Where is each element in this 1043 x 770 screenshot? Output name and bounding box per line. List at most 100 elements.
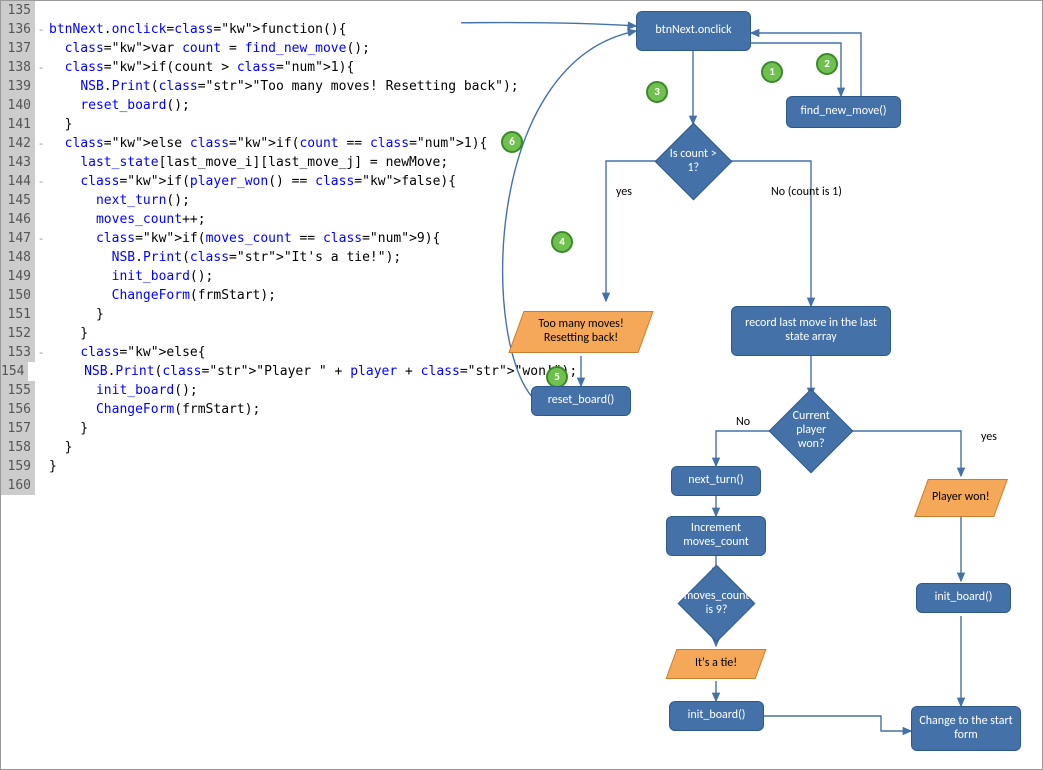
code-text[interactable]: } <box>47 419 88 438</box>
line-number: 154 <box>1 362 28 381</box>
code-line: 139 NSB.Print(class="str">"Too many move… <box>1 77 531 96</box>
line-number: 153 <box>1 343 35 362</box>
node-change-form: Change to the start form <box>911 706 1021 751</box>
line-number: 155 <box>1 381 35 400</box>
code-editor: 135 136-btnNext.onclick=class="kw">funct… <box>1 1 531 495</box>
line-number: 142 <box>1 134 35 153</box>
line-number: 149 <box>1 267 35 286</box>
line-number: 146 <box>1 210 35 229</box>
code-text[interactable]: moves_count++; <box>47 210 206 229</box>
line-number: 145 <box>1 191 35 210</box>
code-text[interactable]: } <box>47 457 57 476</box>
node-find-new-move: find_new_move() <box>786 96 901 128</box>
code-text[interactable]: ChangeForm(frmStart); <box>47 286 276 305</box>
code-line: 159 } <box>1 457 531 476</box>
code-line: 156 ChangeForm(frmStart); <box>1 400 531 419</box>
code-text[interactable]: } <box>47 115 72 134</box>
line-number: 151 <box>1 305 35 324</box>
fold-toggle <box>35 39 47 58</box>
node-moves-9: moves_count is 9? <box>678 565 756 643</box>
code-text[interactable]: reset_board(); <box>47 96 190 115</box>
node-tie: It's a tie! <box>666 649 767 679</box>
line-number: 152 <box>1 324 35 343</box>
code-text[interactable]: class="kw">else class="kw">if(count == c… <box>47 134 487 153</box>
code-line: 160 <box>1 476 531 495</box>
line-number: 143 <box>1 153 35 172</box>
node-start: btnNext.onclick <box>636 11 751 51</box>
fold-toggle[interactable]: - <box>35 134 47 153</box>
line-number: 148 <box>1 248 35 267</box>
line-number: 159 <box>1 457 35 476</box>
line-number: 156 <box>1 400 35 419</box>
code-text[interactable]: } <box>47 305 104 324</box>
code-line: 140 reset_board(); <box>1 96 531 115</box>
code-line: 138- class="kw">if(count > class="num">1… <box>1 58 531 77</box>
badge-6: 6 <box>501 131 523 153</box>
line-number: 158 <box>1 438 35 457</box>
code-line: 158 } <box>1 438 531 457</box>
badge-4: 4 <box>551 231 573 253</box>
fold-toggle <box>35 324 47 343</box>
badge-3: 3 <box>646 81 668 103</box>
code-text[interactable]: class="kw">if(moves_count == class="num"… <box>47 229 440 248</box>
label-yes-2: yes <box>981 431 997 445</box>
fold-toggle[interactable]: - <box>35 172 47 191</box>
code-text[interactable]: btnNext.onclick=class="kw">function(){ <box>47 20 346 39</box>
line-number: 140 <box>1 96 35 115</box>
code-line: 147- class="kw">if(moves_count == class=… <box>1 229 531 248</box>
code-line: 145 next_turn(); <box>1 191 531 210</box>
code-text[interactable]: init_board(); <box>47 267 213 286</box>
line-number: 141 <box>1 115 35 134</box>
code-line: 155 init_board(); <box>1 381 531 400</box>
line-number: 147 <box>1 229 35 248</box>
code-text[interactable]: class="kw">var count = find_new_move(); <box>47 39 370 58</box>
code-line: 146 moves_count++; <box>1 210 531 229</box>
fold-toggle <box>35 286 47 305</box>
code-text[interactable]: } <box>47 438 72 457</box>
code-text[interactable]: init_board(); <box>47 381 198 400</box>
line-number: 160 <box>1 476 35 495</box>
code-text[interactable]: } <box>47 324 88 343</box>
fold-toggle <box>35 96 47 115</box>
line-number: 137 <box>1 39 35 58</box>
fold-toggle <box>35 115 47 134</box>
code-line: 148 NSB.Print(class="str">"It's a tie!")… <box>1 248 531 267</box>
code-text[interactable]: next_turn(); <box>47 191 190 210</box>
fold-toggle <box>35 77 47 96</box>
node-is-count: Is count > 1? <box>655 123 733 201</box>
code-line: 154 NSB.Print(class="str">"Player " + pl… <box>1 362 531 381</box>
code-line: 141 } <box>1 115 531 134</box>
node-reset-board: reset_board() <box>531 386 631 416</box>
code-text[interactable]: NSB.Print(class="str">"It's a tie!"); <box>47 248 401 267</box>
code-text[interactable]: class="kw">if(player_won() == class="kw"… <box>47 172 456 191</box>
code-line: 144- class="kw">if(player_won() == class… <box>1 172 531 191</box>
line-number: 157 <box>1 419 35 438</box>
code-text[interactable]: ChangeForm(frmStart); <box>47 400 260 419</box>
fold-toggle <box>35 419 47 438</box>
label-no-2: No <box>736 416 750 430</box>
fold-toggle <box>35 210 47 229</box>
node-init-board-1: init_board() <box>669 701 764 731</box>
code-line: 150 ChangeForm(frmStart); <box>1 286 531 305</box>
node-player-won: Player won! <box>914 479 1008 517</box>
page: 135 136-btnNext.onclick=class="kw">funct… <box>0 0 1043 770</box>
node-increment: Increment moves_count <box>666 516 766 556</box>
fold-toggle[interactable]: - <box>35 58 47 77</box>
code-text[interactable]: class="kw">else{ <box>47 343 206 362</box>
line-number: 138 <box>1 58 35 77</box>
fold-toggle <box>35 191 47 210</box>
node-player-won-q: Current player won? <box>769 389 854 474</box>
fold-toggle[interactable]: - <box>35 343 47 362</box>
fold-toggle <box>35 267 47 286</box>
code-line: 152 } <box>1 324 531 343</box>
node-next-turn: next_turn() <box>671 466 761 496</box>
line-number: 136 <box>1 20 35 39</box>
code-text[interactable]: NSB.Print(class="str">"Too many moves! R… <box>47 77 519 96</box>
fold-toggle[interactable]: - <box>35 229 47 248</box>
code-line: 151 } <box>1 305 531 324</box>
line-number: 135 <box>1 1 35 20</box>
fold-toggle <box>35 381 47 400</box>
code-text[interactable]: class="kw">if(count > class="num">1){ <box>47 58 354 77</box>
code-text[interactable]: last_state[last_move_i][last_move_j] = n… <box>47 153 448 172</box>
fold-toggle[interactable]: - <box>35 20 47 39</box>
